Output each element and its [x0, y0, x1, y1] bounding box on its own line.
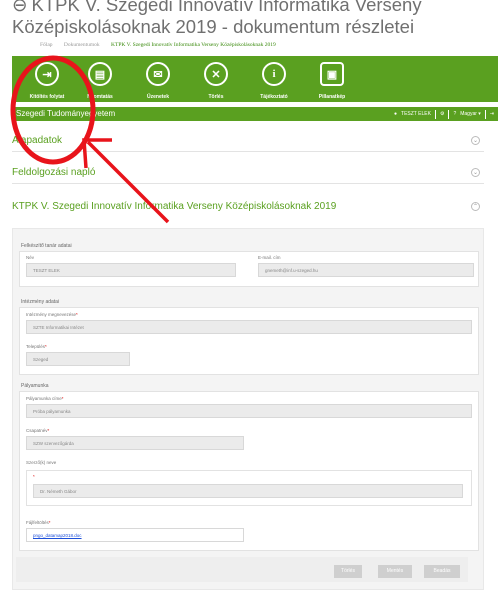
close-icon: ✕ — [204, 62, 228, 86]
city-field[interactable]: Szeged — [26, 352, 130, 366]
printer-icon: ▤ — [88, 62, 112, 86]
name-field[interactable]: TESZT ELEK — [26, 263, 236, 277]
team-label: Csapatnév — [26, 428, 49, 433]
breadcrumb-item-documents[interactable]: Dokumentumok — [64, 42, 100, 48]
info-label: Tájékoztató — [260, 94, 288, 100]
delete-button[interactable]: Törlés — [334, 565, 362, 578]
section-title: KTPK V. Szegedi Innovatív Informatika Ve… — [12, 201, 337, 212]
email-field[interactable]: gnemeth@inf.u-szeged.hu — [258, 263, 474, 277]
snapshot-icon: ▣ — [320, 62, 344, 86]
chevron-down-icon[interactable]: ⌄ — [471, 168, 480, 177]
continue-icon: ⇥ — [35, 62, 59, 86]
required-marker: * — [33, 474, 35, 479]
teacher-box: Név TESZT ELEK E-mail. cím gnemeth@inf.u… — [19, 251, 479, 287]
team-field[interactable]: SZW szervezőgárda — [26, 436, 244, 450]
user-name[interactable]: TESZT ELEK — [401, 107, 431, 121]
breadcrumb-item-home[interactable]: Főlap — [40, 42, 53, 48]
work-title-field[interactable]: Próba pályamunka — [26, 404, 472, 418]
info-button[interactable]: i Tájékoztató — [254, 62, 294, 100]
author-box: * Dr. Németh Gábor — [26, 470, 472, 506]
name-label: Név — [26, 255, 35, 260]
gear-icon[interactable]: ⚙ — [440, 107, 444, 121]
work-heading: Pályamunka — [21, 383, 49, 389]
section-alapadatok[interactable]: Alapadatok ⌄ — [12, 130, 484, 152]
envelope-icon: ✉ — [146, 62, 170, 86]
work-box: Pályamunka címe Próba pályamunka Csapatn… — [19, 391, 479, 551]
messages-label: Üzenetek — [147, 94, 169, 100]
continue-fill-button[interactable]: ⇥ Kitöltés folytat — [27, 62, 67, 100]
breadcrumb-item-current: KTPK V. Szegedi Innovatív Informatika Ve… — [111, 42, 276, 48]
organization-name: Szegedi Tudományegyetem — [16, 109, 116, 118]
help-icon[interactable]: ? — [453, 107, 456, 121]
action-toolbar: ⇥ Kitöltés folytat ▤ Nyomtatás ✉ Üzenete… — [12, 56, 498, 102]
chevron-up-icon[interactable]: ⌃ — [471, 202, 480, 211]
section-document[interactable]: KTPK V. Szegedi Innovatív Informatika Ve… — [12, 196, 484, 218]
institution-box: Intézmény megnevezése SZTE Informatikai … — [19, 307, 479, 375]
uploaded-file-link[interactable]: pngo_datamap2018.doc — [26, 528, 244, 542]
logout-icon[interactable]: ⇥ — [490, 107, 494, 121]
print-label: Nyomtatás — [87, 94, 113, 100]
language-select[interactable]: Magyar ▾ — [460, 107, 481, 121]
section-title: Feldolgozási napló — [12, 167, 96, 178]
info-icon: i — [262, 62, 286, 86]
app-bar: Szegedi Tudományegyetem ● TESZT ELEK ⚙ ?… — [12, 107, 498, 121]
section-title: Alapadatok — [12, 135, 63, 146]
user-menu: ● TESZT ELEK ⚙ ? Magyar ▾ ⇥ — [394, 107, 494, 121]
delete-label: Törlés — [208, 94, 224, 100]
page-title: ⊖ KTPK V. Szegedi Innovatív Informatika V… — [12, 0, 492, 38]
author-name-field[interactable]: Dr. Németh Gábor — [33, 484, 463, 498]
teacher-heading: Felkészítő tanár adatai — [21, 243, 72, 249]
page-title-text: KTPK V. Szegedi Innovatív Informatika Ve… — [12, 0, 422, 37]
institution-name-label: Intézmény megnevezése — [26, 312, 78, 317]
city-label: Település — [26, 344, 47, 349]
divider — [484, 109, 486, 119]
form-footer: Törlés Mentés Beadás — [16, 557, 468, 582]
divider — [448, 109, 450, 119]
chevron-down-icon[interactable]: ⌄ — [471, 136, 480, 145]
breadcrumb: Főlap Dokumentumok KTPK V. Szegedi Innov… — [40, 42, 286, 48]
work-title-label: Pályamunka címe — [26, 396, 64, 401]
email-label: E-mail. cím — [258, 255, 281, 260]
delete-toolbar-button[interactable]: ✕ Törlés — [196, 62, 236, 100]
snapshot-button[interactable]: ▣ Pillanatkép — [312, 62, 352, 100]
section-processing-log[interactable]: Feldolgozási napló ⌄ — [12, 162, 484, 184]
user-icon: ● — [394, 111, 398, 117]
print-button[interactable]: ▤ Nyomtatás — [80, 62, 120, 100]
snapshot-label: Pillanatkép — [318, 94, 346, 100]
messages-button[interactable]: ✉ Üzenetek — [138, 62, 178, 100]
back-icon[interactable]: ⊖ — [12, 0, 28, 16]
institution-heading: Intézmény adatai — [21, 299, 60, 305]
save-button[interactable]: Mentés — [378, 565, 412, 578]
document-form: Felkészítő tanár adatai Név TESZT ELEK E… — [12, 228, 484, 590]
continue-fill-label: Kitöltés folytat — [29, 94, 65, 100]
submit-button[interactable]: Beadás — [424, 565, 460, 578]
authors-label: Szerző(k) neve — [26, 460, 57, 465]
file-upload-label: Fájlfeltöltés — [26, 520, 51, 525]
divider — [434, 109, 436, 119]
institution-name-field[interactable]: SZTE Informatikai Intézet — [26, 320, 472, 334]
